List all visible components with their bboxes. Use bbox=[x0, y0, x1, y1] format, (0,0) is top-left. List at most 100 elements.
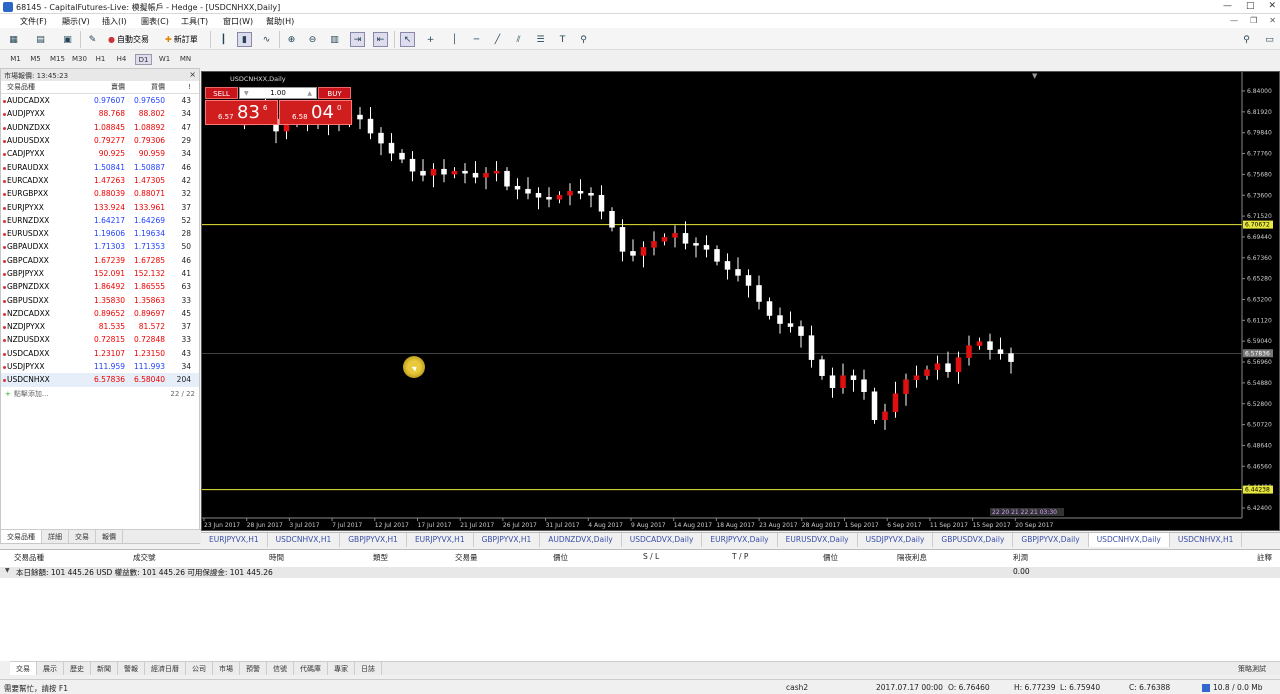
tf-m5[interactable]: M5 bbox=[27, 54, 44, 65]
col-profit[interactable]: 利潤 bbox=[1013, 552, 1028, 563]
sell-button[interactable]: SELL bbox=[205, 87, 238, 99]
col-current-price[interactable]: 價位 bbox=[823, 552, 838, 563]
market-row-eurgbpxx[interactable]: EURGBPXX 0.88039 0.88071 32 bbox=[1, 187, 199, 200]
col-ask[interactable]: 買價 bbox=[125, 82, 165, 92]
tf-m15[interactable]: M15 bbox=[49, 54, 66, 65]
market-row-gbpusdxx[interactable]: GBPUSDXX 1.35830 1.35863 33 bbox=[1, 293, 199, 306]
menu-tools[interactable]: 工具(T) bbox=[181, 16, 208, 27]
fibonacci-icon[interactable]: ☰ bbox=[533, 32, 548, 47]
terminal-tab-12[interactable]: 日誌 bbox=[355, 662, 382, 675]
bar-chart-icon[interactable]: ┃ bbox=[216, 32, 231, 47]
terminal-tab-1[interactable]: 展示 bbox=[37, 662, 64, 675]
line-chart-icon[interactable]: ∿ bbox=[259, 32, 274, 47]
candlestick-canvas[interactable]: 6.84000 6.81920 6.79840 6.77760 6.75680 6.736… bbox=[202, 72, 1279, 530]
tab-symbols[interactable]: 交易品種 bbox=[1, 530, 42, 543]
chart-tab-gbpjpyvx-h1[interactable]: GBPJPYVX,H1 bbox=[340, 533, 407, 547]
terminal-tab-10[interactable]: 代碼庫 bbox=[294, 662, 328, 675]
tile-windows-icon[interactable]: ▥ bbox=[327, 32, 342, 47]
menu-file[interactable]: 文件(F) bbox=[20, 16, 47, 27]
market-row-nzdcadxx[interactable]: NZDCADXX 0.89652 0.89697 45 bbox=[1, 307, 199, 320]
profiles-icon[interactable]: ▤ bbox=[33, 32, 48, 47]
chart-shift-icon[interactable]: ⇤ bbox=[373, 32, 388, 47]
price-chart[interactable]: 6.84000 6.81920 6.79840 6.77760 6.75680 6.736… bbox=[201, 71, 1280, 531]
menu-insert[interactable]: 插入(I) bbox=[102, 16, 127, 27]
shapes-icon[interactable]: ⚲ bbox=[576, 32, 591, 47]
crosshair-icon[interactable]: + bbox=[423, 32, 438, 47]
horizontal-line-icon[interactable]: ─ bbox=[469, 32, 484, 47]
tf-mn[interactable]: MN bbox=[177, 54, 194, 65]
chart-tab-usdcnhvx-h1[interactable]: USDCNHVX,H1 bbox=[1170, 533, 1243, 547]
mdi-restore-button[interactable]: ❐ bbox=[1250, 16, 1257, 25]
col-type[interactable]: 類型 bbox=[373, 552, 388, 563]
col-volume[interactable]: 交易量 bbox=[455, 552, 478, 563]
terminal-tab-6[interactable]: 公司 bbox=[186, 662, 213, 675]
market-row-usdjpyxx[interactable]: USDJPYXX 111.959 111.993 34 bbox=[1, 360, 199, 373]
tab-trading[interactable]: 交易 bbox=[69, 530, 96, 543]
col-sl[interactable]: S / L bbox=[643, 552, 659, 561]
zoom-in-icon[interactable]: ⊕ bbox=[284, 32, 299, 47]
volume-down-icon[interactable]: ▼ bbox=[244, 90, 249, 97]
buy-price-box[interactable]: 6.58 04 0 bbox=[279, 100, 352, 125]
volume-up-icon[interactable]: ▲ bbox=[307, 90, 312, 97]
mdi-close-button[interactable]: ✕ bbox=[1269, 16, 1276, 25]
chart-tab-audnzdvx-daily[interactable]: AUDNZDVX,Daily bbox=[540, 533, 622, 547]
cursor-icon[interactable]: ↖ bbox=[400, 32, 415, 47]
terminal-tab-5[interactable]: 經濟日曆 bbox=[145, 662, 186, 675]
chart-tab-eurjpyvx-h1[interactable]: EURJPYVX,H1 bbox=[201, 533, 268, 547]
equidistant-channel-icon[interactable]: ⫽ bbox=[511, 32, 526, 47]
chart-tab-gbpjpyvx-h1[interactable]: GBPJPYVX,H1 bbox=[474, 533, 541, 547]
metaeditor-icon[interactable]: ✎ bbox=[85, 32, 100, 47]
market-row-audusdxx[interactable]: AUDUSDXX 0.79277 0.79306 29 bbox=[1, 134, 199, 147]
market-row-audcadxx[interactable]: AUDCADXX 0.97607 0.97650 43 bbox=[1, 94, 199, 107]
market-row-usdcnhxx[interactable]: USDCNHXX 6.57836 6.58040 204 bbox=[1, 373, 199, 387]
col-bid[interactable]: 賣價 bbox=[89, 82, 125, 92]
menu-help[interactable]: 幫助(H) bbox=[266, 16, 294, 27]
terminal-tab-2[interactable]: 歷史 bbox=[64, 662, 91, 675]
volume-input[interactable]: ▼ 1.00 ▲ bbox=[239, 87, 317, 99]
auto-trading-button[interactable]: ● 自動交易 bbox=[108, 32, 149, 47]
tab-details[interactable]: 詳細 bbox=[42, 530, 69, 543]
chart-tab-eurjpyvx-h1[interactable]: EURJPYVX,H1 bbox=[407, 533, 474, 547]
terminal-tab-8[interactable]: 預警 bbox=[240, 662, 267, 675]
market-row-euraudxx[interactable]: EURAUDXX 1.50841 1.50887 46 bbox=[1, 160, 199, 173]
menu-view[interactable]: 顯示(V) bbox=[62, 16, 90, 27]
market-row-gbpcadxx[interactable]: GBPCADXX 1.67239 1.67285 46 bbox=[1, 254, 199, 267]
menu-charts[interactable]: 圖表(C) bbox=[141, 16, 169, 27]
new-order-button[interactable]: ✚ 新訂單 bbox=[165, 32, 198, 47]
terminal-tab-3[interactable]: 新聞 bbox=[91, 662, 118, 675]
market-row-eurjpyxx[interactable]: EURJPYXX 133.924 133.961 37 bbox=[1, 200, 199, 213]
chart-tab-usdcnhvx-daily[interactable]: USDCNHVX,Daily bbox=[1088, 533, 1170, 547]
terminal-tab-11[interactable]: 專家 bbox=[328, 662, 355, 675]
menu-window[interactable]: 窗口(W) bbox=[223, 16, 253, 27]
chart-tab-eurjpyvx-daily[interactable]: EURJPYVX,Daily bbox=[702, 533, 778, 547]
market-row-usdcadxx[interactable]: USDCADXX 1.23107 1.23150 43 bbox=[1, 347, 199, 360]
market-row-gbpaudxx[interactable]: GBPAUDXX 1.71303 1.71353 50 bbox=[1, 240, 199, 253]
tf-h4[interactable]: H4 bbox=[113, 54, 130, 65]
add-symbol-row[interactable]: + 點擊添加... 22 / 22 bbox=[1, 388, 199, 401]
market-watch-icon[interactable]: ▣ bbox=[60, 32, 75, 47]
new-chart-icon[interactable]: ▦ bbox=[6, 32, 21, 47]
col-price[interactable]: 價位 bbox=[553, 552, 568, 563]
chart-tab-gbpjpyvx-daily[interactable]: GBPJPYVX,Daily bbox=[1013, 533, 1089, 547]
tf-m1[interactable]: M1 bbox=[7, 54, 24, 65]
close-button[interactable]: ✕ bbox=[1268, 1, 1276, 11]
market-row-gbpnzdxx[interactable]: GBPNZDXX 1.86492 1.86555 63 bbox=[1, 280, 199, 293]
market-row-gbpjpyxx[interactable]: GBPJPYXX 152.091 152.132 41 bbox=[1, 267, 199, 280]
maximize-button[interactable]: □ bbox=[1246, 1, 1255, 11]
search-icon[interactable]: ⚲ bbox=[1239, 32, 1254, 47]
chart-tab-gbpusdvx-daily[interactable]: GBPUSDVX,Daily bbox=[933, 533, 1014, 547]
market-row-nzdjpyxx[interactable]: NZDJPYXX 81.535 81.572 37 bbox=[1, 320, 199, 333]
tf-h1[interactable]: H1 bbox=[92, 54, 109, 65]
col-symbol[interactable]: 交易品種 bbox=[1, 82, 89, 92]
market-row-audjpyxx[interactable]: AUDJPYXX 88.768 88.802 34 bbox=[1, 107, 199, 120]
terminal-tab-7[interactable]: 市場 bbox=[213, 662, 240, 675]
balance-row[interactable]: ▼ 本日餘額: 101 445.26 USD 權益數: 101 445.26 可… bbox=[0, 567, 1280, 578]
chart-tab-eurusdvx-daily[interactable]: EURUSDVX,Daily bbox=[778, 533, 858, 547]
minimize-button[interactable]: — bbox=[1223, 1, 1232, 11]
chat-icon[interactable]: ▭ bbox=[1262, 32, 1277, 47]
strategy-tester-tab[interactable]: 策略測試 bbox=[1238, 662, 1280, 675]
sell-price-box[interactable]: 6.57 83 6 bbox=[205, 100, 278, 125]
trendline-icon[interactable]: ╱ bbox=[490, 32, 505, 47]
mdi-minimize-button[interactable]: — bbox=[1230, 16, 1238, 25]
col-symbol[interactable]: 交易品種 bbox=[14, 552, 44, 563]
